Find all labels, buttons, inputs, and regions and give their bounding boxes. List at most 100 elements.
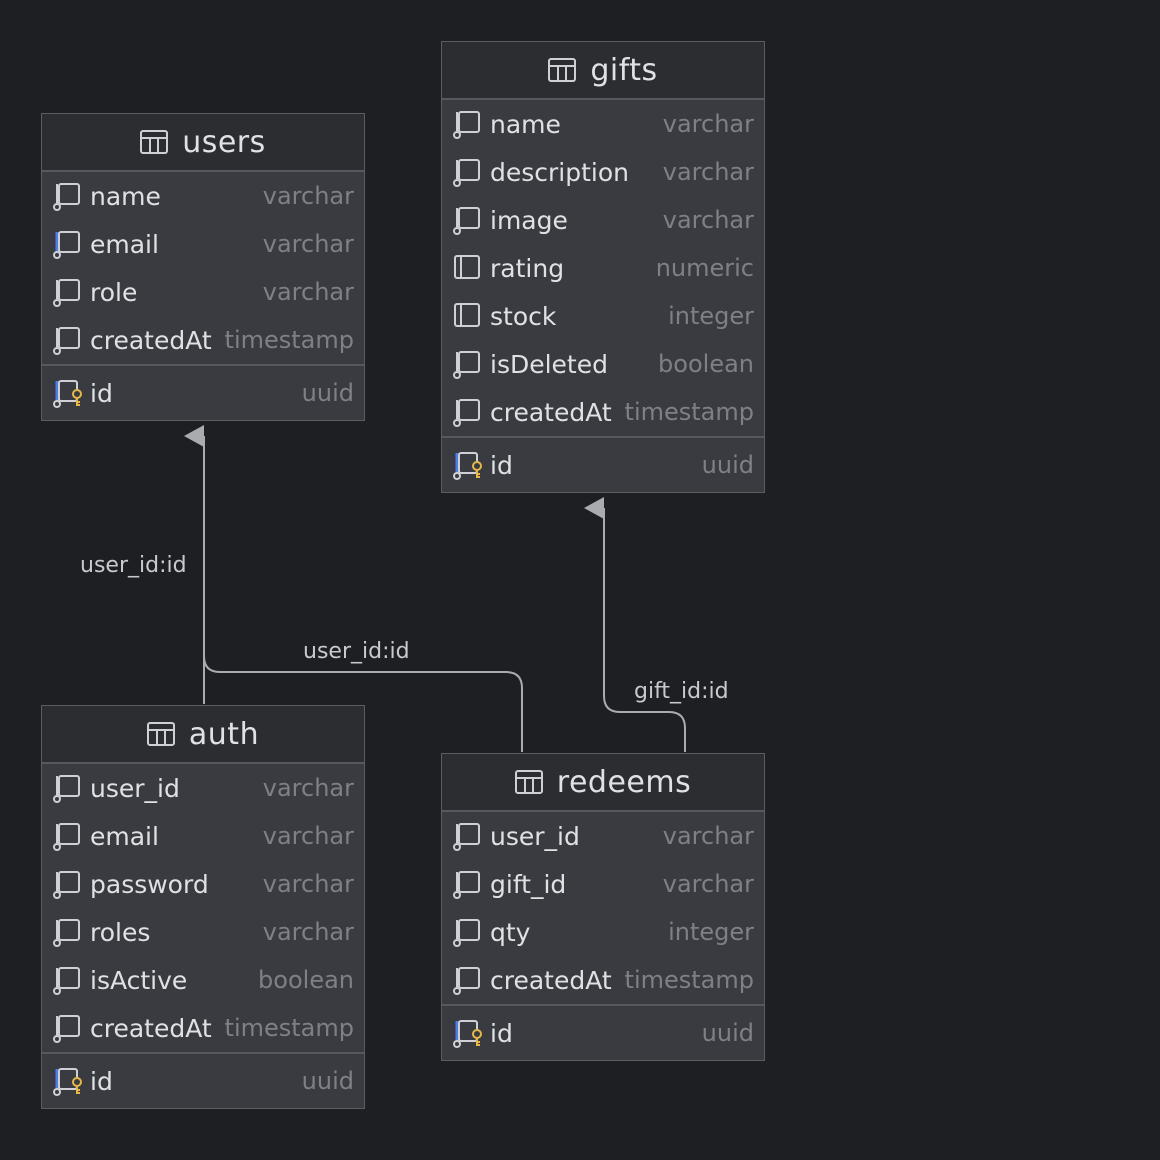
column-row[interactable]: stock integer bbox=[442, 292, 764, 340]
column-row[interactable]: password varchar bbox=[42, 860, 364, 908]
column-name: name bbox=[90, 181, 165, 211]
column-type: varchar bbox=[262, 230, 354, 258]
column-name: password bbox=[90, 869, 213, 899]
column-row[interactable]: createdAt timestamp bbox=[42, 1004, 364, 1052]
column-name: image bbox=[490, 205, 572, 235]
column-row[interactable]: rating numeric bbox=[442, 244, 764, 292]
column-name: description bbox=[490, 157, 634, 187]
column-name: gift_id bbox=[490, 869, 571, 899]
table-redeems[interactable]: redeems user_id varchar gift_id varchar qty in… bbox=[441, 753, 765, 1061]
column-name: name bbox=[490, 109, 565, 139]
column-name: createdAt bbox=[490, 965, 616, 995]
column-row[interactable]: qty integer bbox=[442, 908, 764, 956]
column-row[interactable]: role varchar bbox=[42, 268, 364, 316]
not-null-column-icon bbox=[454, 255, 480, 279]
table-users[interactable]: users name varchar email varchar role varchar c… bbox=[41, 113, 365, 421]
column-icon bbox=[53, 775, 80, 803]
column-row[interactable]: roles varchar bbox=[42, 908, 364, 956]
column-row[interactable]: email varchar bbox=[42, 812, 364, 860]
column-type: varchar bbox=[262, 822, 354, 850]
column-icon bbox=[53, 279, 80, 307]
column-name: user_id bbox=[490, 821, 584, 851]
column-name: isActive bbox=[90, 965, 192, 995]
column-row[interactable]: name varchar bbox=[442, 100, 764, 148]
column-type: timestamp bbox=[224, 326, 354, 354]
relation-label: user_id:id bbox=[80, 553, 187, 578]
column-row[interactable]: createdAt timestamp bbox=[442, 388, 764, 436]
column-icon bbox=[53, 967, 80, 995]
column-row[interactable]: createdAt timestamp bbox=[42, 316, 364, 364]
column-type: varchar bbox=[662, 110, 754, 138]
column-name: stock bbox=[490, 301, 561, 331]
table-header: gifts bbox=[442, 42, 764, 100]
relation-redeems-gifts[interactable] bbox=[584, 497, 686, 752]
primary-key-icon bbox=[453, 1020, 482, 1048]
column-name: email bbox=[90, 229, 163, 259]
primary-key-icon bbox=[53, 1068, 82, 1096]
column-type: boolean bbox=[258, 966, 354, 994]
table-auth[interactable]: auth user_id varchar email varchar password va… bbox=[41, 705, 365, 1109]
primary-key-row[interactable]: id uuid bbox=[42, 364, 364, 420]
column-type: uuid bbox=[701, 451, 754, 479]
column-name: qty bbox=[490, 917, 535, 947]
column-name: email bbox=[90, 821, 163, 851]
column-type: integer bbox=[668, 302, 754, 330]
column-type: varchar bbox=[262, 918, 354, 946]
table-icon bbox=[146, 722, 175, 746]
column-type: varchar bbox=[662, 822, 754, 850]
column-type: varchar bbox=[662, 158, 754, 186]
column-type: timestamp bbox=[224, 1014, 354, 1042]
column-type: varchar bbox=[662, 870, 754, 898]
column-name: createdAt bbox=[90, 325, 216, 355]
table-header: redeems bbox=[442, 754, 764, 812]
column-type: numeric bbox=[655, 254, 754, 282]
relation-label: gift_id:id bbox=[634, 679, 729, 704]
column-name: id bbox=[490, 1018, 517, 1048]
column-name: user_id bbox=[90, 773, 184, 803]
column-type: varchar bbox=[262, 278, 354, 306]
column-type: varchar bbox=[262, 182, 354, 210]
column-icon bbox=[453, 351, 480, 379]
column-type: boolean bbox=[658, 350, 754, 378]
column-name: roles bbox=[90, 917, 155, 947]
column-type: varchar bbox=[262, 870, 354, 898]
column-row[interactable]: user_id varchar bbox=[42, 764, 364, 812]
column-type: uuid bbox=[301, 379, 354, 407]
column-type: timestamp bbox=[624, 966, 754, 994]
table-title: users bbox=[182, 124, 266, 160]
column-name: rating bbox=[490, 253, 569, 283]
table-header: users bbox=[42, 114, 364, 172]
column-row[interactable]: name varchar bbox=[42, 172, 364, 220]
column-icon bbox=[53, 1015, 80, 1043]
table-title: auth bbox=[188, 716, 260, 752]
relation-label: user_id:id bbox=[303, 639, 410, 664]
not-null-column-icon bbox=[454, 303, 480, 327]
column-row[interactable]: description varchar bbox=[442, 148, 764, 196]
column-name: id bbox=[490, 450, 517, 480]
table-gifts[interactable]: gifts name varchar description varchar image v… bbox=[441, 41, 765, 493]
table-icon bbox=[514, 770, 543, 794]
column-row[interactable]: createdAt timestamp bbox=[442, 956, 764, 1004]
column-type: timestamp bbox=[624, 398, 754, 426]
column-row[interactable]: gift_id varchar bbox=[442, 860, 764, 908]
primary-key-row[interactable]: id uuid bbox=[442, 436, 764, 492]
column-icon bbox=[53, 327, 80, 355]
column-row[interactable]: isDeleted boolean bbox=[442, 340, 764, 388]
primary-key-icon bbox=[453, 452, 482, 480]
column-name: isDeleted bbox=[490, 349, 612, 379]
column-icon bbox=[453, 207, 480, 235]
column-type: varchar bbox=[662, 206, 754, 234]
column-row[interactable]: user_id varchar bbox=[442, 812, 764, 860]
column-type: varchar bbox=[262, 774, 354, 802]
primary-key-row[interactable]: id uuid bbox=[442, 1004, 764, 1060]
primary-key-row[interactable]: id uuid bbox=[42, 1052, 364, 1108]
column-icon bbox=[453, 823, 480, 851]
column-type: integer bbox=[668, 918, 754, 946]
column-icon bbox=[453, 967, 480, 995]
column-row[interactable]: isActive boolean bbox=[42, 956, 364, 1004]
column-icon bbox=[453, 399, 480, 427]
indexed-column-icon bbox=[53, 231, 80, 259]
column-row[interactable]: email varchar bbox=[42, 220, 364, 268]
column-row[interactable]: image varchar bbox=[442, 196, 764, 244]
column-icon bbox=[453, 111, 480, 139]
